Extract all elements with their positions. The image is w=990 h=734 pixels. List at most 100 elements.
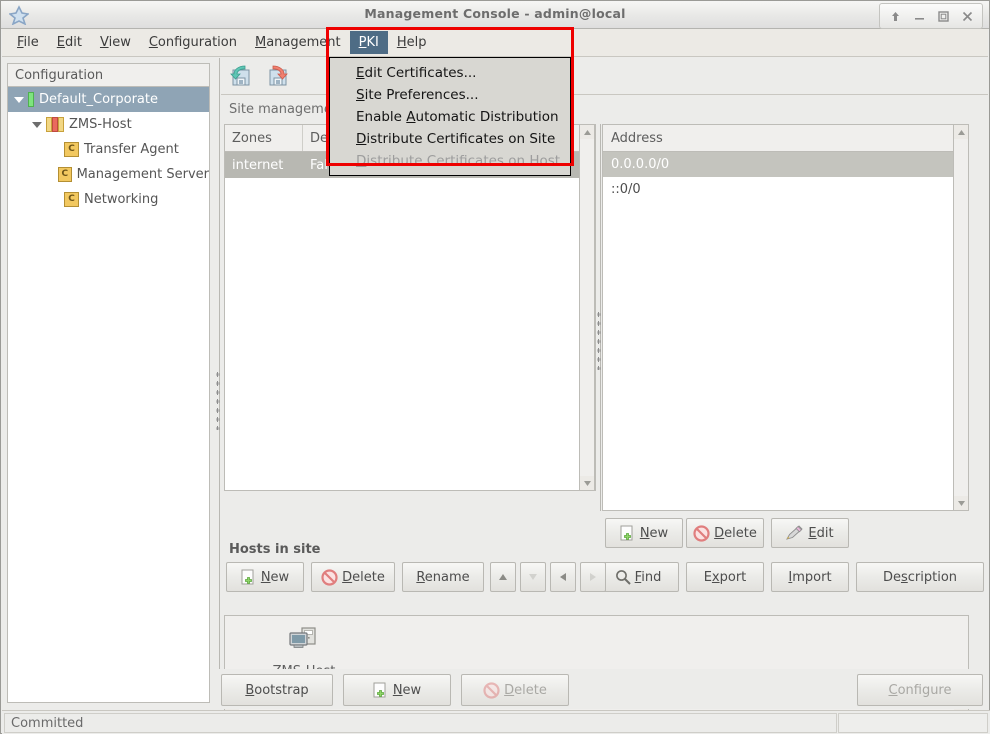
pki-menu-item-2[interactable]: Enable Automatic Distribution	[330, 106, 570, 128]
scroll-up-icon[interactable]	[580, 125, 594, 139]
zone-find-button[interactable]: Find	[597, 562, 679, 592]
button-label: Description	[882, 569, 958, 585]
tree-item-networking[interactable]: C Networking	[8, 187, 209, 212]
zone-delete-button[interactable]: Delete	[311, 562, 395, 592]
application-window: Management Console - admin@local File Edi…	[0, 0, 990, 734]
zone-description-button[interactable]: Description	[856, 562, 984, 592]
arrow-down-icon	[528, 573, 538, 581]
menu-item-view[interactable]: View	[91, 31, 140, 54]
delete-forbidden-icon	[483, 681, 500, 699]
scroll-down-icon[interactable]	[954, 496, 968, 510]
address-edit-button[interactable]: Edit	[771, 518, 849, 548]
new-page-plus-icon	[241, 569, 257, 586]
tree-item-default-corporate[interactable]: Default_Corporate	[8, 87, 209, 112]
window-title: Management Console - admin@local	[364, 6, 626, 21]
menu-item-file[interactable]: File	[8, 31, 48, 54]
pki-menu-item-0[interactable]: Edit Certificates...	[330, 62, 570, 84]
component-c-icon: C	[64, 192, 79, 207]
magnifier-icon	[615, 569, 631, 585]
host-bootstrap-button[interactable]: Bootstrap	[221, 674, 333, 706]
arrow-left-icon	[559, 572, 567, 582]
component-c-icon: C	[58, 167, 72, 182]
zone-name-cell: internet	[232, 157, 284, 173]
button-label: Delete	[504, 682, 547, 698]
tree-item-transfer-agent[interactable]: C Transfer Agent	[8, 137, 209, 162]
sidebar-header: Configuration	[7, 63, 210, 87]
bottom-button-bar: Bootstrap New Delete Configure	[215, 669, 989, 709]
traffic-status-bars-icon	[46, 117, 64, 132]
minimize-window-icon[interactable]	[908, 7, 930, 25]
button-label: Find	[634, 569, 662, 585]
maximize-window-icon[interactable]	[932, 7, 954, 25]
pki-dropdown-menu[interactable]: Edit Certificates... Site Preferences... E…	[329, 57, 571, 176]
menu-item-pki[interactable]: PKI	[349, 31, 388, 54]
zones-column-header-0[interactable]: Zones	[225, 125, 303, 151]
green-status-bar-icon	[28, 92, 34, 107]
menu-item-edit[interactable]: Edit	[48, 31, 91, 54]
pki-menu-item-1[interactable]: Site Preferences...	[330, 84, 570, 106]
zone-new-button[interactable]: New	[226, 562, 304, 592]
address-rows[interactable]: 0.0.0.0/0::0/0	[603, 152, 968, 202]
revert-changes-button[interactable]	[226, 62, 256, 90]
move-up-button[interactable]	[490, 562, 516, 592]
menu-item-configuration[interactable]: Configuration	[140, 31, 246, 54]
host-delete-button: Delete	[461, 674, 569, 706]
host-configure-button: Configure	[857, 674, 983, 706]
host-new-button[interactable]: New	[343, 674, 451, 706]
address-delete-button[interactable]: Delete	[686, 518, 764, 548]
chevron-down-icon[interactable]	[30, 118, 44, 132]
computer-icon	[288, 627, 320, 658]
tree-item-management-server[interactable]: C Management Server	[8, 162, 209, 187]
button-label: New	[260, 569, 290, 585]
status-secondary-panel	[838, 713, 988, 733]
address-row[interactable]: 0.0.0.0/0	[603, 152, 968, 177]
configuration-tree[interactable]: Default_Corporate ZMS-Host C Transfer Agent…	[7, 87, 210, 703]
menu-item-management[interactable]: Management	[246, 31, 350, 54]
new-page-plus-icon	[620, 525, 636, 542]
address-new-button[interactable]: New	[605, 518, 683, 548]
button-label: Edit	[808, 525, 834, 541]
status-bar: Committed	[2, 710, 990, 734]
chevron-down-icon[interactable]	[12, 93, 26, 107]
button-label: Rename	[416, 569, 470, 585]
button-label: New	[639, 525, 669, 541]
scroll-up-icon[interactable]	[954, 125, 968, 139]
address-column-header: Address	[603, 125, 968, 152]
button-label: Delete	[714, 525, 757, 541]
button-label: Configure	[888, 682, 952, 698]
scroll-down-icon[interactable]	[580, 476, 594, 490]
button-label: Bootstrap	[245, 682, 309, 698]
new-page-plus-icon	[373, 682, 389, 699]
button-label: Import	[788, 569, 832, 585]
pki-menu-item-3[interactable]: Distribute Certificates on Site	[330, 128, 570, 150]
site-panel-title: Site management	[229, 102, 346, 117]
title-bar: Management Console - admin@local	[1, 1, 989, 29]
address-row[interactable]: ::0/0	[603, 177, 968, 202]
move-left-button[interactable]	[550, 562, 576, 592]
address-list[interactable]: Address 0.0.0.0/0::0/0	[602, 124, 969, 511]
tree-item-zms-host[interactable]: ZMS-Host	[8, 112, 209, 137]
menu-bar: File Edit View Configuration Management PKI He…	[2, 29, 988, 57]
zones-table[interactable]: ZonesDes internetFallback zone	[224, 124, 596, 491]
configuration-sidebar: Configuration Default_Corporate ZMS-Host C…	[2, 58, 215, 709]
move-right-button	[580, 562, 606, 592]
menu-item-help[interactable]: Help	[388, 31, 436, 54]
tree-item-label: Default_Corporate	[39, 92, 158, 107]
arrow-right-icon	[589, 572, 597, 582]
address-vertical-scrollbar[interactable]	[953, 124, 969, 511]
shade-window-icon[interactable]	[884, 7, 906, 25]
window-controls	[879, 3, 983, 29]
zone-rename-button[interactable]: Rename	[402, 562, 484, 592]
zone-export-button[interactable]: Export	[686, 562, 764, 592]
arrow-up-icon	[498, 573, 508, 581]
zones-vertical-scrollbar[interactable]	[579, 124, 595, 491]
commit-changes-button[interactable]	[263, 62, 293, 90]
button-label: New	[392, 682, 422, 698]
close-window-icon[interactable]	[956, 7, 978, 25]
splitter-grip	[216, 370, 220, 431]
delete-forbidden-icon	[693, 524, 710, 542]
zone-import-button[interactable]: Import	[771, 562, 849, 592]
component-c-icon: C	[64, 142, 79, 157]
tree-item-label: Networking	[84, 192, 159, 207]
pencil-edit-icon	[786, 525, 804, 541]
